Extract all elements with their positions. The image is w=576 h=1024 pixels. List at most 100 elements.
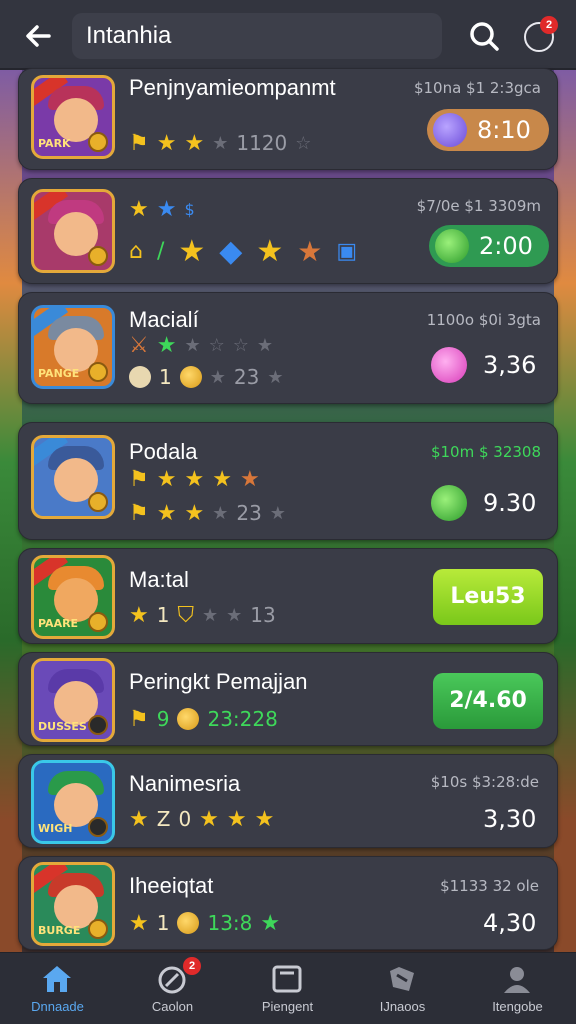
star-icon: ★ — [156, 130, 177, 156]
game-card[interactable]: PARK Penjnyamieompanmt $10na $1 2:3gca ⚑… — [18, 68, 558, 170]
game-card[interactable]: PANGE Macialí 1100o $0i 3gta ⚔ ★ ★ ☆ ☆ ★… — [18, 292, 558, 404]
game-icon-label: BURGE — [38, 924, 81, 937]
game-icon-label: DUSSES — [38, 720, 87, 733]
star-icon: ★ — [156, 196, 177, 222]
game-icon: PANGE — [31, 305, 115, 389]
game-icon-label: WIGH — [38, 822, 73, 835]
rating-value-secondary: 23 — [233, 365, 260, 389]
rating-value-secondary: 23:228 — [207, 707, 278, 731]
tab-label: IJnaoos — [379, 999, 426, 1014]
price-value: 3,36 — [483, 351, 537, 379]
rating-row: ⚑ ★ ★ ★ 23 ★ — [129, 499, 286, 527]
green-orb-icon — [435, 229, 469, 263]
dollar-icon: $ — [184, 199, 195, 219]
search-icon — [470, 22, 499, 51]
green-orb-icon — [431, 485, 467, 521]
tier-icon: ⚔ — [129, 332, 149, 358]
game-name: Nanimesria — [129, 771, 241, 796]
tab-inbox[interactable]: Piengent — [230, 953, 345, 1024]
tab-label: Piengent — [261, 999, 314, 1014]
game-icon: PAARE — [31, 555, 115, 639]
tab-puzzle[interactable]: IJnaoos — [345, 953, 460, 1024]
game-card[interactable]: Podala $10m $ 32308 ⚑ ★ ★ ★ ★ ⚑ ★ ★ ★ 23… — [18, 422, 558, 540]
game-card[interactable]: DUSSES Peringkt Pemajjan ⚑ 9 23:228 2/4.… — [18, 652, 558, 746]
star-icon: ☆ — [208, 334, 225, 356]
rating-value: 9 — [156, 707, 170, 731]
tab-label: Caolon — [151, 999, 194, 1014]
rating-value: 1 — [159, 365, 172, 389]
puzzle-icon — [390, 967, 414, 991]
star-icon: ★ — [209, 366, 226, 388]
rating-row: ⚑ ★ ★ ★ 1120 ☆ — [129, 129, 311, 157]
star-icon: ★ — [239, 466, 260, 492]
search-button[interactable] — [466, 18, 504, 56]
game-name: Podala — [129, 439, 198, 464]
rating-value: 1 — [156, 603, 170, 627]
star-icon: ☆ — [232, 334, 249, 356]
star-icon: ★ — [297, 234, 323, 268]
notification-badge: 2 — [540, 16, 558, 34]
coin-icon — [179, 366, 202, 388]
game-stat: $1133 32 ole — [440, 877, 539, 895]
star-icon: ★ — [212, 132, 229, 154]
game-name: Peringkt Pemajjan — [129, 669, 308, 694]
rating-row: ★ Z 0 ★ ★ ★ — [129, 805, 274, 833]
pink-orb-icon — [431, 347, 467, 383]
rating-value: 1 — [156, 911, 170, 935]
face-icon — [129, 366, 151, 388]
get-button[interactable]: Leu53 — [433, 569, 543, 625]
game-icon — [31, 435, 115, 519]
rating-value: 23 — [236, 501, 262, 525]
rating-value-secondary: 13 — [250, 603, 276, 627]
coin-icon — [177, 708, 200, 730]
profile-icon — [504, 967, 530, 993]
game-card[interactable]: $7/0e $1 3309m ★ ★ $ ⌂ / ★ ◆ ★ ★ ▣ 2:00 — [18, 178, 558, 284]
rating-row-top: ⚔ ★ ★ ☆ ☆ ★ — [129, 331, 273, 359]
coin-icon — [177, 912, 200, 934]
play-time-pill[interactable]: 8:10 — [427, 109, 549, 151]
price-value: 4,30 — [483, 909, 537, 937]
star-icon: ★ — [212, 466, 232, 492]
bottom-tab-bar: Dnnaade 2 Caolon Piengent IJnaoos Itengo… — [0, 952, 576, 1024]
play-time-pill[interactable]: 2:00 — [429, 225, 549, 267]
star-icon: ★ — [254, 806, 275, 832]
tab-profile[interactable]: Itengobe — [460, 953, 575, 1024]
game-card[interactable]: WIGH Nanimesria $10s $3:28:de ★ Z 0 ★ ★ … — [18, 754, 558, 848]
star-icon: ★ — [267, 366, 284, 388]
tier-icon: ⚑ — [129, 466, 149, 492]
back-button[interactable] — [18, 16, 58, 56]
tab-rocket[interactable]: 2 Caolon — [115, 953, 230, 1024]
back-arrow-icon — [26, 25, 51, 47]
game-icon: DUSSES — [31, 658, 115, 742]
game-icon: PARK — [31, 75, 115, 159]
star-icon: ★ — [129, 196, 149, 222]
star-icon: ★ — [184, 500, 205, 526]
star-icon: ★ — [256, 334, 274, 356]
star-icon: ★ — [184, 466, 205, 492]
house-icon: ⌂ — [129, 238, 143, 264]
tab-label: Dnnaade — [31, 999, 84, 1014]
star-icon: ★ — [129, 910, 149, 936]
gem-icon: ◆ — [219, 233, 243, 269]
page-title: Intanhia — [72, 13, 442, 59]
star-icon: ★ — [156, 332, 177, 358]
slash-icon: / — [156, 238, 165, 264]
game-stat: 1100o $0i 3gta — [426, 311, 541, 329]
game-name: Iheeiqtat — [129, 873, 214, 898]
card-icon: ▣ — [336, 238, 358, 264]
game-stat: $7/0e $1 3309m — [416, 197, 541, 215]
price-value: 3,30 — [483, 805, 537, 833]
notifications-button[interactable]: 2 — [520, 16, 560, 56]
game-card[interactable]: BURGE Iheeiqtat $1133 32 ole ★ 1 13:8 ★ … — [18, 856, 558, 950]
rating-row: ★ 1 13:8 ★ — [129, 909, 280, 937]
price-value: 8:10 — [477, 116, 531, 144]
buy-button[interactable]: 2/4.60 — [433, 673, 543, 729]
game-card[interactable]: PAARE Ma:tal ★ 1 ⛉ ★ ★ 13 Leu53 — [18, 548, 558, 644]
star-icon: ★ — [226, 604, 243, 626]
star-icon: ★ — [184, 334, 201, 356]
star-icon: ★ — [201, 604, 219, 626]
star-icon: ★ — [184, 130, 205, 156]
tab-home[interactable]: Dnnaade — [0, 953, 115, 1024]
star-icon: ☆ — [295, 132, 312, 154]
star-icon: ★ — [129, 806, 149, 832]
